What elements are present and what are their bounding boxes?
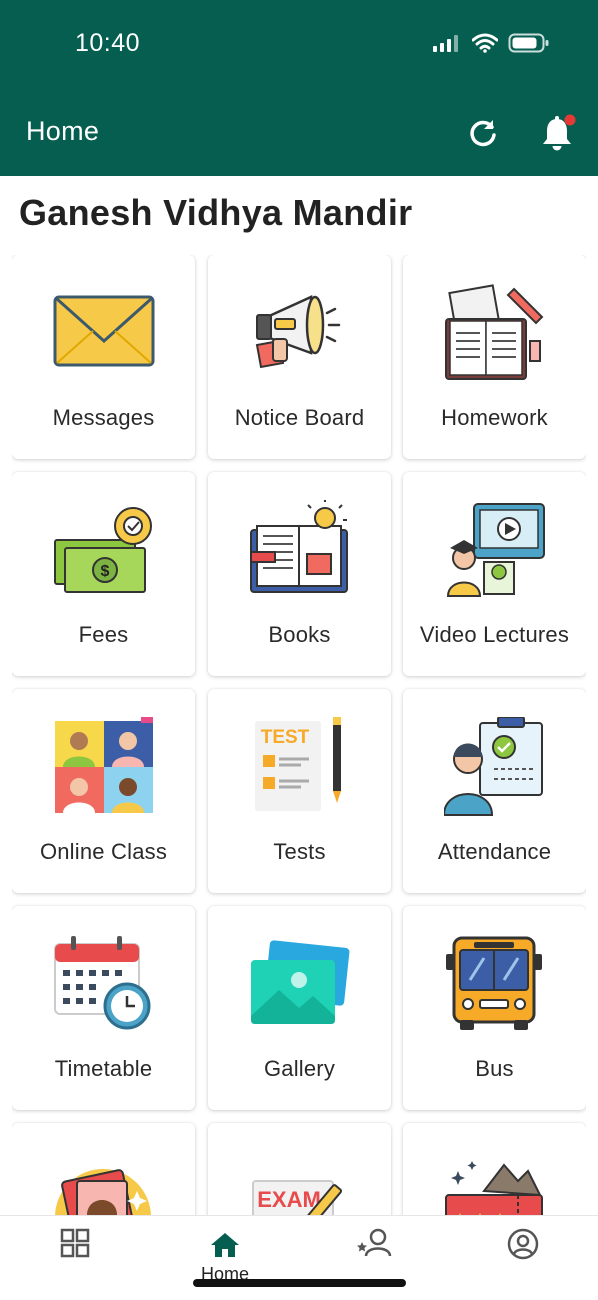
tile-id-card[interactable] <box>12 1123 195 1215</box>
video-lecture-icon <box>446 503 545 597</box>
page-title: Home <box>26 116 100 146</box>
nav-dashboard[interactable] <box>45 1228 105 1268</box>
tile-label: Attendance <box>437 839 552 864</box>
tile-exam[interactable]: EXAM <box>208 1123 391 1215</box>
id-card-icon <box>55 1169 151 1215</box>
tile-label: Books <box>268 622 331 647</box>
tile-tests[interactable]: TEST Tests <box>208 689 391 893</box>
ticket-icon <box>445 1161 543 1215</box>
calendar-icon <box>54 936 151 1030</box>
svg-text:$: $ <box>101 563 110 580</box>
status-icons <box>432 32 550 54</box>
school-name: Ganesh Vidhya Mandir <box>19 192 413 233</box>
tile-label: Notice Board <box>234 405 365 430</box>
star-person-icon <box>357 1228 392 1257</box>
attendance-icon <box>444 717 543 816</box>
tile-gallery[interactable]: Gallery <box>208 906 391 1110</box>
account-icon <box>507 1228 539 1260</box>
book-icon <box>250 500 348 593</box>
tile-label: Messages <box>52 405 155 430</box>
grid-icon <box>60 1228 90 1258</box>
tile-fees[interactable]: $ Fees <box>12 472 195 676</box>
video-call-icon <box>55 717 153 813</box>
notification-bell-icon[interactable] <box>538 113 578 153</box>
tile-video-lectures[interactable]: Video Lectures <box>403 472 586 676</box>
tile-label: Tests <box>273 839 326 864</box>
tile-online-class[interactable]: Online Class <box>12 689 195 893</box>
app-header: 10:40 Home <box>0 0 598 176</box>
tile-ticket[interactable] <box>403 1123 586 1215</box>
money-icon: $ <box>54 507 152 593</box>
bus-icon <box>446 936 542 1030</box>
svg-text:EXAM: EXAM <box>257 1187 321 1212</box>
notification-dot <box>564 114 576 126</box>
nav-profile-star[interactable] <box>344 1228 404 1268</box>
notebook-icon <box>445 284 544 380</box>
test-icon: TEST <box>255 717 341 811</box>
tile-label: Online Class <box>39 839 168 864</box>
tile-label: Gallery <box>263 1056 336 1081</box>
battery-icon <box>508 33 549 53</box>
megaphone-icon <box>255 295 341 369</box>
nav-account[interactable] <box>493 1228 553 1268</box>
feature-grid: Messages Notice Board Homework $ Fees Bo… <box>12 255 586 1215</box>
envelope-icon <box>53 295 155 367</box>
home-icon <box>211 1233 239 1257</box>
tile-homework[interactable]: Homework <box>403 255 586 459</box>
tile-books[interactable]: Books <box>208 472 391 676</box>
home-indicator <box>193 1279 406 1287</box>
tile-messages[interactable]: Messages <box>12 255 195 459</box>
tile-bus[interactable]: Bus <box>403 906 586 1110</box>
gallery-icon <box>251 940 350 1024</box>
tile-label: Timetable <box>54 1056 153 1081</box>
exam-icon: EXAM <box>252 1180 343 1215</box>
tile-label: Bus <box>475 1056 514 1081</box>
tile-notice-board[interactable]: Notice Board <box>208 255 391 459</box>
status-time: 10:40 <box>75 29 141 57</box>
tile-label: Video Lectures <box>419 622 570 647</box>
signal-icon <box>433 35 458 52</box>
tile-attendance[interactable]: Attendance <box>403 689 586 893</box>
tile-timetable[interactable]: Timetable <box>12 906 195 1110</box>
bottom-navigation: Home <box>0 1215 598 1300</box>
wifi-icon <box>472 33 498 53</box>
svg-text:TEST: TEST <box>261 727 310 748</box>
tile-label: Fees <box>78 622 129 647</box>
refresh-icon[interactable] <box>466 117 500 151</box>
tile-label: Homework <box>441 405 548 430</box>
